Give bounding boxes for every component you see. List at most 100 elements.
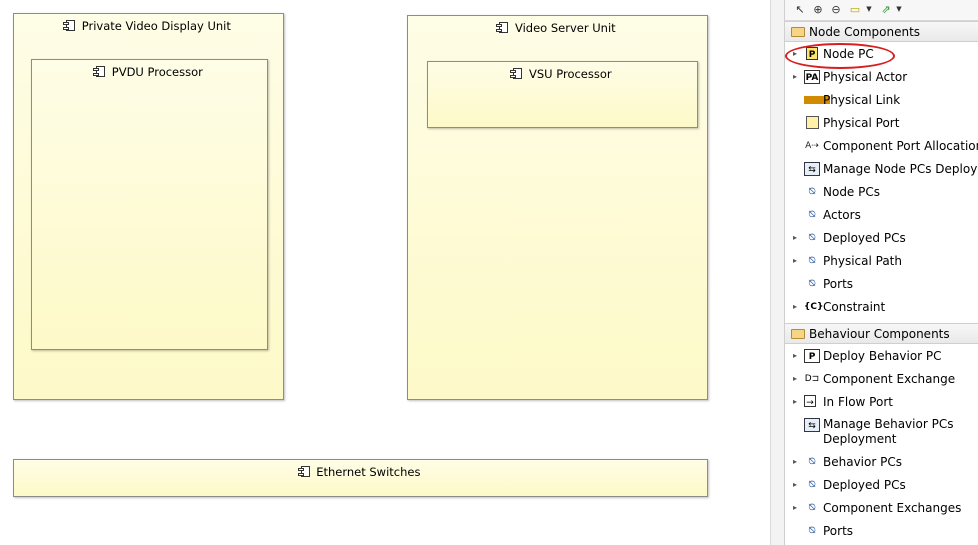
palette-item-physical-link[interactable]: Physical Link — [785, 90, 978, 111]
palette-item-physical-port[interactable]: Physical Port — [785, 113, 978, 134]
filter-icon: ⦰ — [808, 187, 816, 197]
diagram-canvas[interactable]: Private Video Display Unit PVDU Processo… — [0, 0, 770, 545]
palette-item-physical-actor[interactable]: ▸ PA Physical Actor — [785, 67, 978, 88]
pin-icon[interactable]: ⇗ — [879, 2, 893, 17]
palette-item-label: Component Exchange — [823, 372, 956, 386]
drawer-label: Node Components — [809, 25, 921, 39]
node-pvdu-processor[interactable]: PVDU Processor — [31, 59, 268, 350]
drawer-label: Behaviour Components — [809, 327, 950, 341]
palette-item-label: Actors — [823, 208, 861, 222]
palette-item-label: Ports — [823, 524, 854, 538]
constraint-icon: {C} — [804, 302, 824, 312]
pin-dropdown-icon[interactable]: ▼ — [895, 2, 903, 17]
filter-icon: ⦰ — [808, 526, 816, 536]
palette-item-ports[interactable]: ⦰ Ports — [785, 274, 978, 295]
palette-item-ports-behaviour[interactable]: ⦰ Ports — [785, 521, 978, 542]
filter-icon: ⦰ — [808, 503, 816, 513]
filter-icon: ⦰ — [808, 457, 816, 467]
expand-arrow-icon[interactable]: ▸ — [793, 256, 797, 265]
palette-item-label: Deployed PCs — [823, 231, 906, 245]
node-vsu-processor[interactable]: VSU Processor — [427, 61, 698, 128]
component-icon — [93, 66, 106, 77]
zoom-out-icon[interactable]: ⊖ — [829, 2, 843, 17]
select-tool-icon[interactable]: ↖ — [793, 2, 807, 17]
palette-item-manage-node-pcs-deployment[interactable]: ⇆ Manage Node PCs Deployment — [785, 159, 978, 180]
expand-arrow-icon[interactable]: ▸ — [793, 233, 797, 242]
expand-arrow-icon[interactable]: ▸ — [793, 397, 797, 406]
palette-item-label: Physical Actor — [823, 70, 908, 84]
palette-item-label: Behavior PCs — [823, 455, 902, 469]
component-icon — [63, 20, 76, 31]
deploy-behavior-icon: P — [804, 349, 820, 363]
zoom-in-icon[interactable]: ⊕ — [811, 2, 825, 17]
palette-item-deployed-pcs-behaviour[interactable]: ▸ ⦰ Deployed PCs — [785, 475, 978, 496]
physical-link-icon — [804, 93, 820, 107]
component-icon — [510, 68, 523, 79]
manage-icon: ⇆ — [804, 162, 820, 176]
node-title: Video Server Unit — [408, 21, 707, 35]
palette-item-node-pcs[interactable]: ⦰ Node PCs — [785, 182, 978, 203]
node-video-server-unit[interactable]: Video Server Unit VSU Processor — [407, 15, 708, 400]
filter-icon: ⦰ — [808, 480, 816, 490]
component-icon — [496, 22, 509, 33]
palette-item-label: Physical Path — [823, 254, 902, 268]
node-private-video-display-unit[interactable]: Private Video Display Unit PVDU Processo… — [13, 13, 284, 400]
palette-item-label: Physical Link — [823, 93, 901, 107]
filter-icon: ⦰ — [808, 256, 816, 266]
palette-item-node-pc[interactable]: ▸ P Node PC — [785, 44, 978, 65]
palette-item-label: Deploy Behavior PC — [823, 349, 942, 363]
palette-item-label: Manage Behavior PCs Deployment — [823, 417, 954, 446]
node-label: PVDU Processor — [111, 65, 203, 79]
node-title: PVDU Processor — [32, 65, 267, 79]
node-label: Ethernet Switches — [316, 465, 421, 479]
node-label: VSU Processor — [529, 67, 612, 81]
expand-arrow-icon[interactable]: ▸ — [793, 480, 797, 489]
node-pc-icon: P — [806, 47, 818, 60]
palette-item-label: Component Exchanges — [823, 501, 962, 515]
expand-arrow-icon[interactable]: ▸ — [793, 72, 797, 81]
palette-item-physical-path[interactable]: ▸ ⦰ Physical Path — [785, 251, 978, 272]
component-icon — [297, 466, 310, 477]
palette-item-label: Deployed PCs — [823, 478, 906, 492]
palette-item-deploy-behavior-pc[interactable]: ▸ P Deploy Behavior PC — [785, 346, 978, 367]
filter-icon: ⦰ — [808, 233, 816, 243]
palette-item-actors[interactable]: ⦰ Actors — [785, 205, 978, 226]
palette-toolbar: ↖ ⊕ ⊖ ▭ ▼ ⇗ ▼ — [785, 0, 978, 21]
expand-arrow-icon[interactable]: ▸ — [793, 503, 797, 512]
node-label: Video Server Unit — [515, 21, 616, 35]
node-title: Ethernet Switches — [14, 465, 707, 479]
palette-item-label: Manage Node PCs Deployment — [823, 162, 978, 176]
expand-arrow-icon[interactable]: ▸ — [793, 374, 797, 383]
palette: ↖ ⊕ ⊖ ▭ ▼ ⇗ ▼ Node Components ▸ P Node P… — [784, 0, 978, 545]
node-ethernet-switches[interactable]: Ethernet Switches — [13, 459, 708, 497]
palette-item-behavior-pcs[interactable]: ▸ ⦰ Behavior PCs — [785, 452, 978, 473]
palette-item-label: Node PCs — [823, 185, 880, 199]
drawer-behaviour-components[interactable]: Behaviour Components — [785, 323, 978, 344]
expand-arrow-icon[interactable]: ▸ — [793, 457, 797, 466]
node-title: Private Video Display Unit — [14, 19, 283, 33]
palette-item-component-exchanges[interactable]: ▸ ⦰ Component Exchanges — [785, 498, 978, 519]
palette-item-in-flow-port[interactable]: ▸ → In Flow Port — [785, 392, 978, 413]
palette-splitter[interactable] — [770, 0, 784, 545]
palette-item-label: In Flow Port — [823, 395, 893, 409]
palette-item-deployed-pcs[interactable]: ▸ ⦰ Deployed PCs — [785, 228, 978, 249]
expand-arrow-icon[interactable]: ▸ — [793, 49, 797, 58]
node-title: VSU Processor — [428, 67, 697, 81]
physical-actor-icon: PA — [804, 70, 820, 84]
palette-item-label: Component Port Allocation — [823, 139, 978, 153]
note-icon[interactable]: ▭ — [847, 2, 863, 17]
palette-item-manage-behavior-pcs-deployment[interactable]: ⇆ Manage Behavior PCs Deployment — [785, 415, 978, 451]
palette-item-label: Physical Port — [823, 116, 900, 130]
manage-icon: ⇆ — [804, 418, 820, 432]
folder-icon — [791, 27, 805, 37]
palette-item-label: Ports — [823, 277, 854, 291]
note-dropdown-icon[interactable]: ▼ — [865, 2, 873, 17]
folder-icon — [791, 329, 805, 339]
expand-arrow-icon[interactable]: ▸ — [793, 302, 797, 311]
drawer-node-components[interactable]: Node Components — [785, 21, 978, 42]
palette-item-constraint[interactable]: ▸ {C} Constraint — [785, 297, 978, 318]
palette-item-component-exchange[interactable]: ▸ D⊐ Component Exchange — [785, 369, 978, 390]
filter-icon: ⦰ — [808, 279, 816, 289]
expand-arrow-icon[interactable]: ▸ — [793, 351, 797, 360]
palette-item-component-port-allocation[interactable]: A⇢ Component Port Allocation — [785, 136, 978, 157]
